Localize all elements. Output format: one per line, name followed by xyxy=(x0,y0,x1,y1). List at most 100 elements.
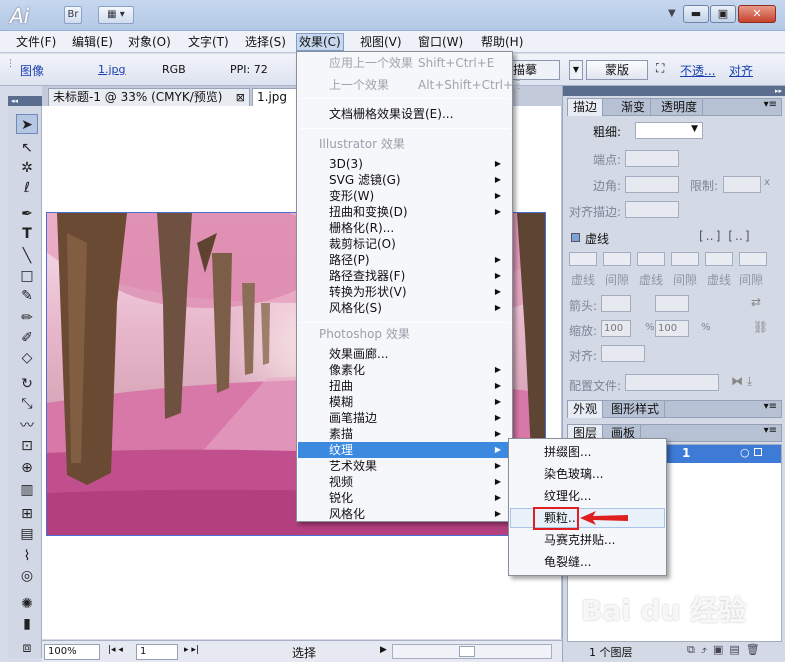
minimize-button[interactable]: ▬ xyxy=(683,5,709,23)
menu-crop-marks[interactable]: 裁剪标记(O) xyxy=(298,236,511,252)
tab-gradient[interactable]: 渐变 xyxy=(616,99,652,116)
direct-selection-tool-icon[interactable]: ↖ xyxy=(16,138,38,158)
menu-craquelure[interactable]: 龟裂缝... xyxy=(510,552,665,572)
menu-3d[interactable]: 3D(3) ▶ xyxy=(298,156,511,172)
next-artboard-icon[interactable]: ▸ ▸| xyxy=(184,645,199,655)
eyedropper-tool-icon[interactable]: ⌇ xyxy=(16,546,38,566)
gradient-tool-icon[interactable]: ▤ xyxy=(16,524,38,544)
menu-file[interactable]: 文件(F) xyxy=(14,33,58,51)
tab-transparency[interactable]: 透明度 xyxy=(656,99,704,116)
menu-type[interactable]: 文字(T) xyxy=(186,33,231,51)
menu-video[interactable]: 视频 ▶ xyxy=(298,474,511,490)
layer-target-icon[interactable]: ○ xyxy=(740,446,750,459)
warp-tool-icon[interactable]: 〰 xyxy=(16,416,38,436)
profile-select[interactable] xyxy=(625,374,719,391)
menu-effect-gallery[interactable]: 效果画廊... xyxy=(298,346,511,362)
horizontal-scrollbar[interactable] xyxy=(392,644,552,659)
tab-appearance[interactable]: 外观 xyxy=(568,401,604,418)
pen-tool-icon[interactable]: ✒ xyxy=(16,204,38,224)
restore-button[interactable]: ▣ xyxy=(710,5,736,23)
menu-view[interactable]: 视图(V) xyxy=(358,33,404,51)
menu-edit[interactable]: 编辑(E) xyxy=(70,33,115,51)
opacity-link[interactable]: 不透... xyxy=(680,62,715,79)
close-button[interactable]: ✕ xyxy=(738,5,776,23)
tab-stroke[interactable]: 描边 xyxy=(568,99,604,116)
tab-close-icon[interactable]: ⊠ xyxy=(236,89,245,106)
tab-graphic-styles[interactable]: 图形样式 xyxy=(606,401,666,418)
menu-stylize-ps[interactable]: 风格化 ▶ xyxy=(298,506,511,522)
lasso-tool-icon[interactable]: ℓ xyxy=(16,178,38,198)
menu-artistic[interactable]: 艺术效果 ▶ xyxy=(298,458,511,474)
menu-brush-strokes[interactable]: 画笔描边 ▶ xyxy=(298,410,511,426)
menu-help[interactable]: 帮助(H) xyxy=(479,33,525,51)
menu-object[interactable]: 对象(O) xyxy=(126,33,173,51)
graph-tool-icon[interactable]: ▥ xyxy=(16,480,38,500)
free-transform-tool-icon[interactable]: ⊡ xyxy=(16,436,38,456)
weight-input[interactable]: ▼ xyxy=(635,122,703,139)
paintbrush-tool-icon[interactable]: ✎ xyxy=(16,286,38,306)
dash-3-input[interactable] xyxy=(705,252,733,266)
trace-options-icon[interactable]: ▼ xyxy=(569,60,583,80)
arrowhead-end-select[interactable] xyxy=(655,295,689,312)
align-link[interactable]: 对齐 xyxy=(729,62,753,79)
zoom-select[interactable]: 100% xyxy=(44,644,100,660)
scale-start-input[interactable]: 100 xyxy=(601,320,631,337)
swap-arrowheads-icon[interactable]: ⇄ xyxy=(751,295,761,309)
gap-3-input[interactable] xyxy=(739,252,767,266)
corner-buttons[interactable] xyxy=(625,176,679,193)
menu-sketch[interactable]: 素描 ▶ xyxy=(298,426,511,442)
menu-effect[interactable]: 效果(C) xyxy=(296,33,344,51)
tab-1jpg[interactable]: 1.jpg @ xyxy=(252,88,302,121)
mesh-tool-icon[interactable]: ⊞ xyxy=(16,504,38,524)
mask-button[interactable]: 蒙版 xyxy=(586,60,648,80)
artboard-number-select[interactable]: 1 xyxy=(136,644,178,660)
pencil-tool-icon[interactable]: ✏ xyxy=(16,308,38,328)
dash-2-input[interactable] xyxy=(637,252,665,266)
menu-window[interactable]: 窗口(W) xyxy=(416,33,465,51)
menu-sharpen[interactable]: 锐化 ▶ xyxy=(298,490,511,506)
menu-last-effect[interactable]: 上一个效果 Alt+Shift+Ctrl+E xyxy=(298,77,521,93)
dash-align-icons[interactable]: [‥] [‥] xyxy=(699,229,752,243)
menu-patchwork[interactable]: 拼缀图... xyxy=(510,442,665,462)
gap-1-input[interactable] xyxy=(603,252,631,266)
workspace-dropdown-icon[interactable]: ▼ xyxy=(668,8,676,19)
align-arrow-buttons[interactable] xyxy=(601,345,645,362)
artboard-tool-icon[interactable]: ⧈ xyxy=(16,638,38,658)
cap-buttons[interactable] xyxy=(625,150,679,167)
menu-distort[interactable]: 扭曲 ▶ xyxy=(298,378,511,394)
layer-selection-icon[interactable] xyxy=(754,448,762,456)
dashed-checkbox[interactable] xyxy=(571,233,580,242)
menu-convert-to-shape[interactable]: 转换为形状(V) ▶ xyxy=(298,284,511,300)
menu-blur[interactable]: 模糊 ▶ xyxy=(298,394,511,410)
tab-untitled[interactable]: 未标题-1 @ 33% (CMYK/预览) ⊠ xyxy=(48,88,250,106)
menu-rasterize[interactable]: 栅格化(R)... xyxy=(298,220,511,236)
limit-input[interactable] xyxy=(723,176,761,193)
menu-select[interactable]: 选择(S) xyxy=(243,33,288,51)
menu-distort-transform[interactable]: 扭曲和变换(D) ▶ xyxy=(298,204,511,220)
menu-texture[interactable]: 纹理 ▶ xyxy=(298,442,511,458)
file-link[interactable]: 1.jpg xyxy=(98,63,126,76)
gap-2-input[interactable] xyxy=(671,252,699,266)
menu-stained-glass[interactable]: 染色玻璃... xyxy=(510,464,665,484)
column-graph-tool-icon[interactable]: ▮ xyxy=(16,614,38,634)
type-tool-icon[interactable]: T xyxy=(16,224,38,244)
shape-builder-tool-icon[interactable]: ⊕ xyxy=(16,458,38,478)
align-stroke-buttons[interactable] xyxy=(625,201,679,218)
eraser-tool-icon[interactable]: ◇ xyxy=(16,348,38,368)
menu-apply-last-effect[interactable]: 应用上一个效果 Shift+Ctrl+E xyxy=(298,55,511,71)
dash-1-input[interactable] xyxy=(569,252,597,266)
layers-menu-icon[interactable]: ▾≡ xyxy=(764,425,777,436)
scale-end-input[interactable]: 100 xyxy=(655,320,689,337)
blend-tool-icon[interactable]: ◎ xyxy=(16,566,38,586)
blob-brush-tool-icon[interactable]: ✐ xyxy=(16,328,38,348)
bridge-button[interactable]: Br xyxy=(64,6,82,24)
menu-raster-settings[interactable]: 文档栅格效果设置(E)... xyxy=(298,106,511,122)
scale-tool-icon[interactable]: ⤡ xyxy=(16,394,38,414)
menu-svg-filters[interactable]: SVG 滤镜(G) ▶ xyxy=(298,172,511,188)
line-tool-icon[interactable]: ╲ xyxy=(16,246,38,266)
menu-texturizer[interactable]: 纹理化... xyxy=(510,486,665,506)
menu-warp[interactable]: 变形(W) ▶ xyxy=(298,188,511,204)
menu-pathfinder[interactable]: 路径查找器(F) ▶ xyxy=(298,268,511,284)
menu-stylize-ai[interactable]: 风格化(S) ▶ xyxy=(298,300,511,316)
panel-menu-icon[interactable]: ▾≡ xyxy=(764,99,777,110)
